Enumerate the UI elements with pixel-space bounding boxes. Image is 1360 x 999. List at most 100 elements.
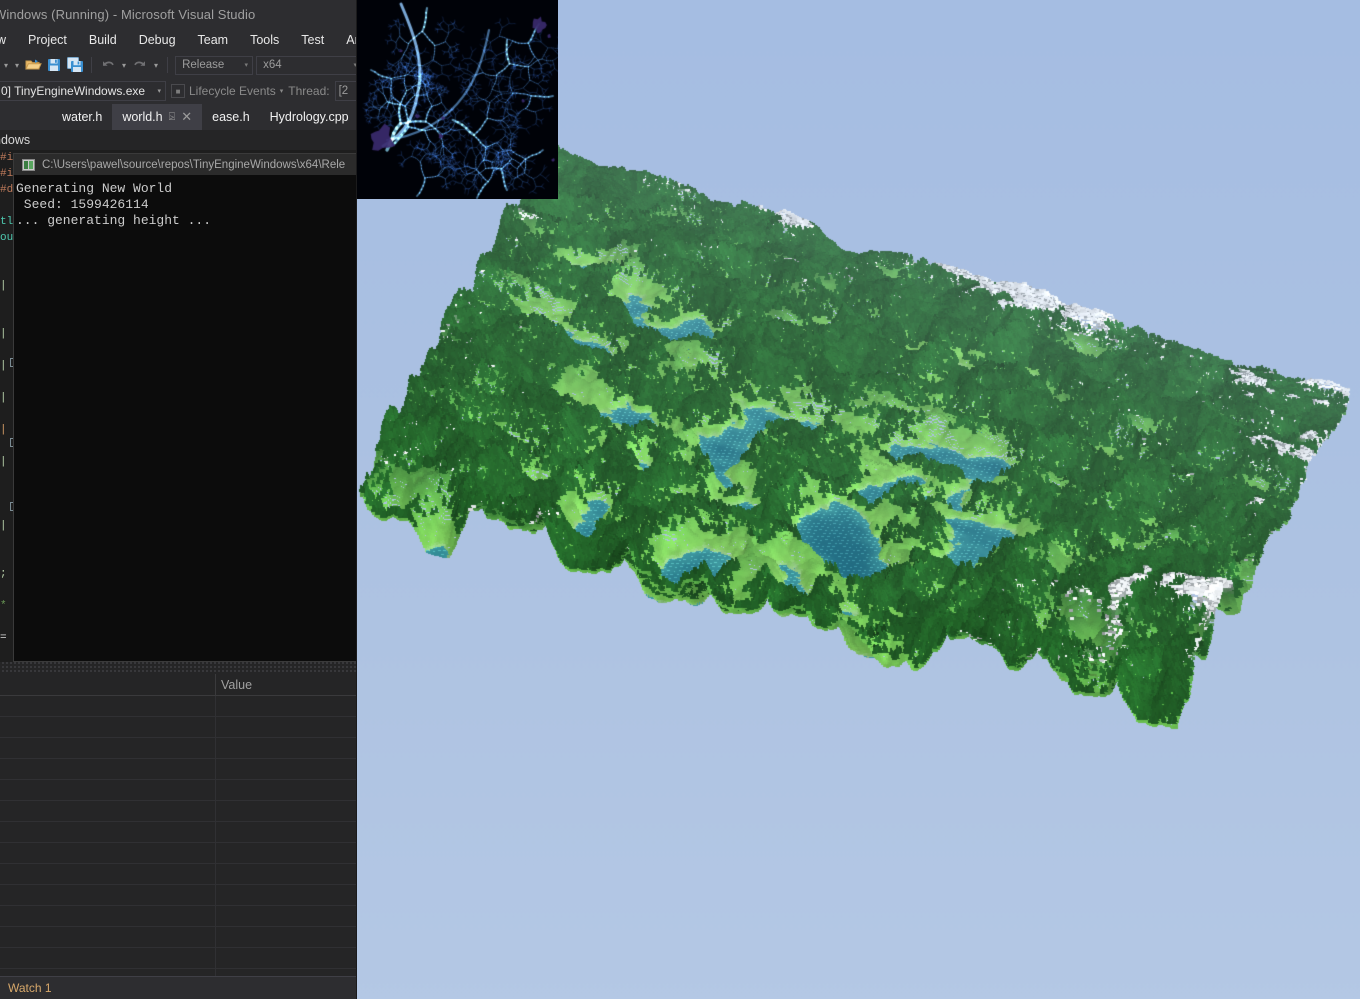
toolbar-separator-2 — [167, 57, 169, 73]
standard-toolbar[interactable]: ▾ ▾ ▾ ▾ Release ▾ x64 — [0, 52, 357, 78]
open-folder-icon[interactable] — [24, 56, 42, 74]
watch-row[interactable] — [0, 822, 357, 843]
tab-water-h-label: water.h — [62, 110, 103, 124]
watch-row-name[interactable] — [0, 927, 216, 947]
document-tab-strip[interactable]: water.h world.h ⍄ ✕ ease.h Hydrology.cpp — [0, 104, 357, 130]
watch-row-value[interactable] — [216, 843, 357, 863]
tab-world-h-label: world.h — [122, 110, 163, 124]
watch-row[interactable] — [0, 843, 357, 864]
menu-tools-label: Tools — [250, 33, 280, 47]
toolbar-separator — [91, 57, 93, 73]
menu-tools[interactable]: Tools — [239, 28, 290, 52]
console-window[interactable]: C:\Users\pawel\source\repos\TinyEngineWi… — [13, 153, 357, 662]
watch-row[interactable] — [0, 801, 357, 822]
watch-col-name[interactable] — [0, 674, 216, 695]
tab-world-h[interactable]: world.h ⍄ ✕ — [112, 104, 203, 130]
watch-row-value[interactable] — [216, 780, 357, 800]
menu-build[interactable]: Build — [78, 28, 128, 52]
tab-ease-h[interactable]: ease.h — [202, 104, 260, 130]
watch-row[interactable] — [0, 696, 357, 717]
nav-back-caret-icon[interactable]: ▾ — [2, 61, 10, 70]
watch-row-list[interactable] — [0, 696, 357, 990]
watch-row-value[interactable] — [216, 801, 357, 821]
watch-row-value[interactable] — [216, 696, 357, 716]
thread-combo[interactable]: [2 — [334, 81, 357, 101]
close-icon[interactable]: ✕ — [181, 109, 192, 125]
watch-row[interactable] — [0, 885, 357, 906]
watch-row-value[interactable] — [216, 885, 357, 905]
redo-icon[interactable] — [131, 56, 149, 74]
watch-column-headers: Value — [0, 674, 357, 696]
console-line: ... generating height ... — [16, 213, 212, 228]
platform-combo[interactable]: x64 ▾ — [256, 55, 357, 75]
chevron-down-icon: ▾ — [244, 62, 249, 69]
pin-icon[interactable]: ⍄ — [169, 111, 176, 124]
watch-row[interactable] — [0, 948, 357, 969]
tab-water-h[interactable]: water.h — [52, 104, 112, 130]
tab-ease-h-label: ease.h — [212, 110, 250, 124]
watch-row-value[interactable] — [216, 759, 357, 779]
chevron-down-icon-4[interactable]: ▾ — [280, 87, 284, 95]
watch-row-value[interactable] — [216, 738, 357, 758]
watch-row-value[interactable] — [216, 948, 357, 968]
menu-bar[interactable]: ew Project Build Debug Team Tools Test Analyz — [0, 28, 357, 52]
configuration-combo[interactable]: Release ▾ — [175, 55, 254, 75]
watch-row-name[interactable] — [0, 696, 216, 716]
console-path: C:\Users\pawel\source\repos\TinyEngineWi… — [42, 158, 346, 171]
menu-team-label: Team — [197, 33, 229, 47]
watch-row[interactable] — [0, 717, 357, 738]
watch-row-value[interactable] — [216, 864, 357, 884]
watch-row-name[interactable] — [0, 906, 216, 926]
tab-watch-1[interactable]: Watch 1 — [0, 977, 60, 999]
watch-row[interactable] — [0, 864, 357, 885]
watch-row[interactable] — [0, 738, 357, 759]
watch-row[interactable] — [0, 759, 357, 780]
watch-row-value[interactable] — [216, 927, 357, 947]
watch-row-name[interactable] — [0, 717, 216, 737]
debug-toolbar[interactable]: 0] TinyEngineWindows.exe ▾ ■ Lifecycle E… — [0, 78, 357, 104]
watch-row-name[interactable] — [0, 843, 216, 863]
watch-tab-strip[interactable]: Watch 1 — [0, 976, 357, 999]
watch-row-value[interactable] — [216, 822, 357, 842]
save-all-icon[interactable] — [66, 56, 84, 74]
watch-row-name[interactable] — [0, 759, 216, 779]
watch-row-name[interactable] — [0, 738, 216, 758]
watch-row-name[interactable] — [0, 885, 216, 905]
console-title-bar[interactable]: C:\Users\pawel\source\repos\TinyEngineWi… — [14, 154, 357, 175]
menu-debug-label: Debug — [138, 33, 176, 47]
menu-view[interactable]: ew — [0, 28, 17, 52]
watch-row[interactable] — [0, 906, 357, 927]
watch-row[interactable] — [0, 927, 357, 948]
menu-team[interactable]: Team — [187, 28, 240, 52]
menu-analyze[interactable]: Analyz — [335, 28, 357, 52]
menu-debug[interactable]: Debug — [128, 28, 187, 52]
redo-caret-icon[interactable]: ▾ — [152, 61, 160, 70]
watch-row[interactable] — [0, 780, 357, 801]
hydrology-canvas — [357, 0, 558, 199]
menu-build-label: Build — [88, 33, 117, 47]
watch-row-name[interactable] — [0, 780, 216, 800]
save-icon[interactable] — [45, 56, 63, 74]
watch-row-value[interactable] — [216, 906, 357, 926]
watch-row-name[interactable] — [0, 822, 216, 842]
watch-col-value[interactable]: Value — [216, 674, 357, 696]
watch-row-name[interactable] — [0, 801, 216, 821]
lifecycle-events-button[interactable]: ■ Lifecycle Events ▾ — [171, 84, 283, 98]
document-title-bar: ndows — [0, 130, 357, 150]
nav-dropdown-caret-icon[interactable]: ▾ — [13, 61, 21, 70]
watch-row-name[interactable] — [0, 948, 216, 968]
watch-row-value[interactable] — [216, 717, 357, 737]
watch-row-name[interactable] — [0, 864, 216, 884]
tab-hydrology-cpp[interactable]: Hydrology.cpp — [260, 104, 357, 130]
watch-window[interactable]: Value Watch 1 — [0, 662, 357, 999]
process-combo[interactable]: 0] TinyEngineWindows.exe ▾ — [0, 81, 166, 101]
watch-drag-grip[interactable] — [0, 662, 357, 674]
menu-project[interactable]: Project — [17, 28, 78, 52]
lifecycle-events-label: Lifecycle Events — [189, 84, 276, 98]
menu-test[interactable]: Test — [290, 28, 335, 52]
hydrology-preview-panel[interactable] — [357, 0, 558, 199]
undo-caret-icon[interactable]: ▾ — [120, 61, 128, 70]
undo-icon[interactable] — [99, 56, 117, 74]
thread-label: Thread: — [288, 84, 330, 98]
lifecycle-icon: ■ — [171, 84, 185, 98]
